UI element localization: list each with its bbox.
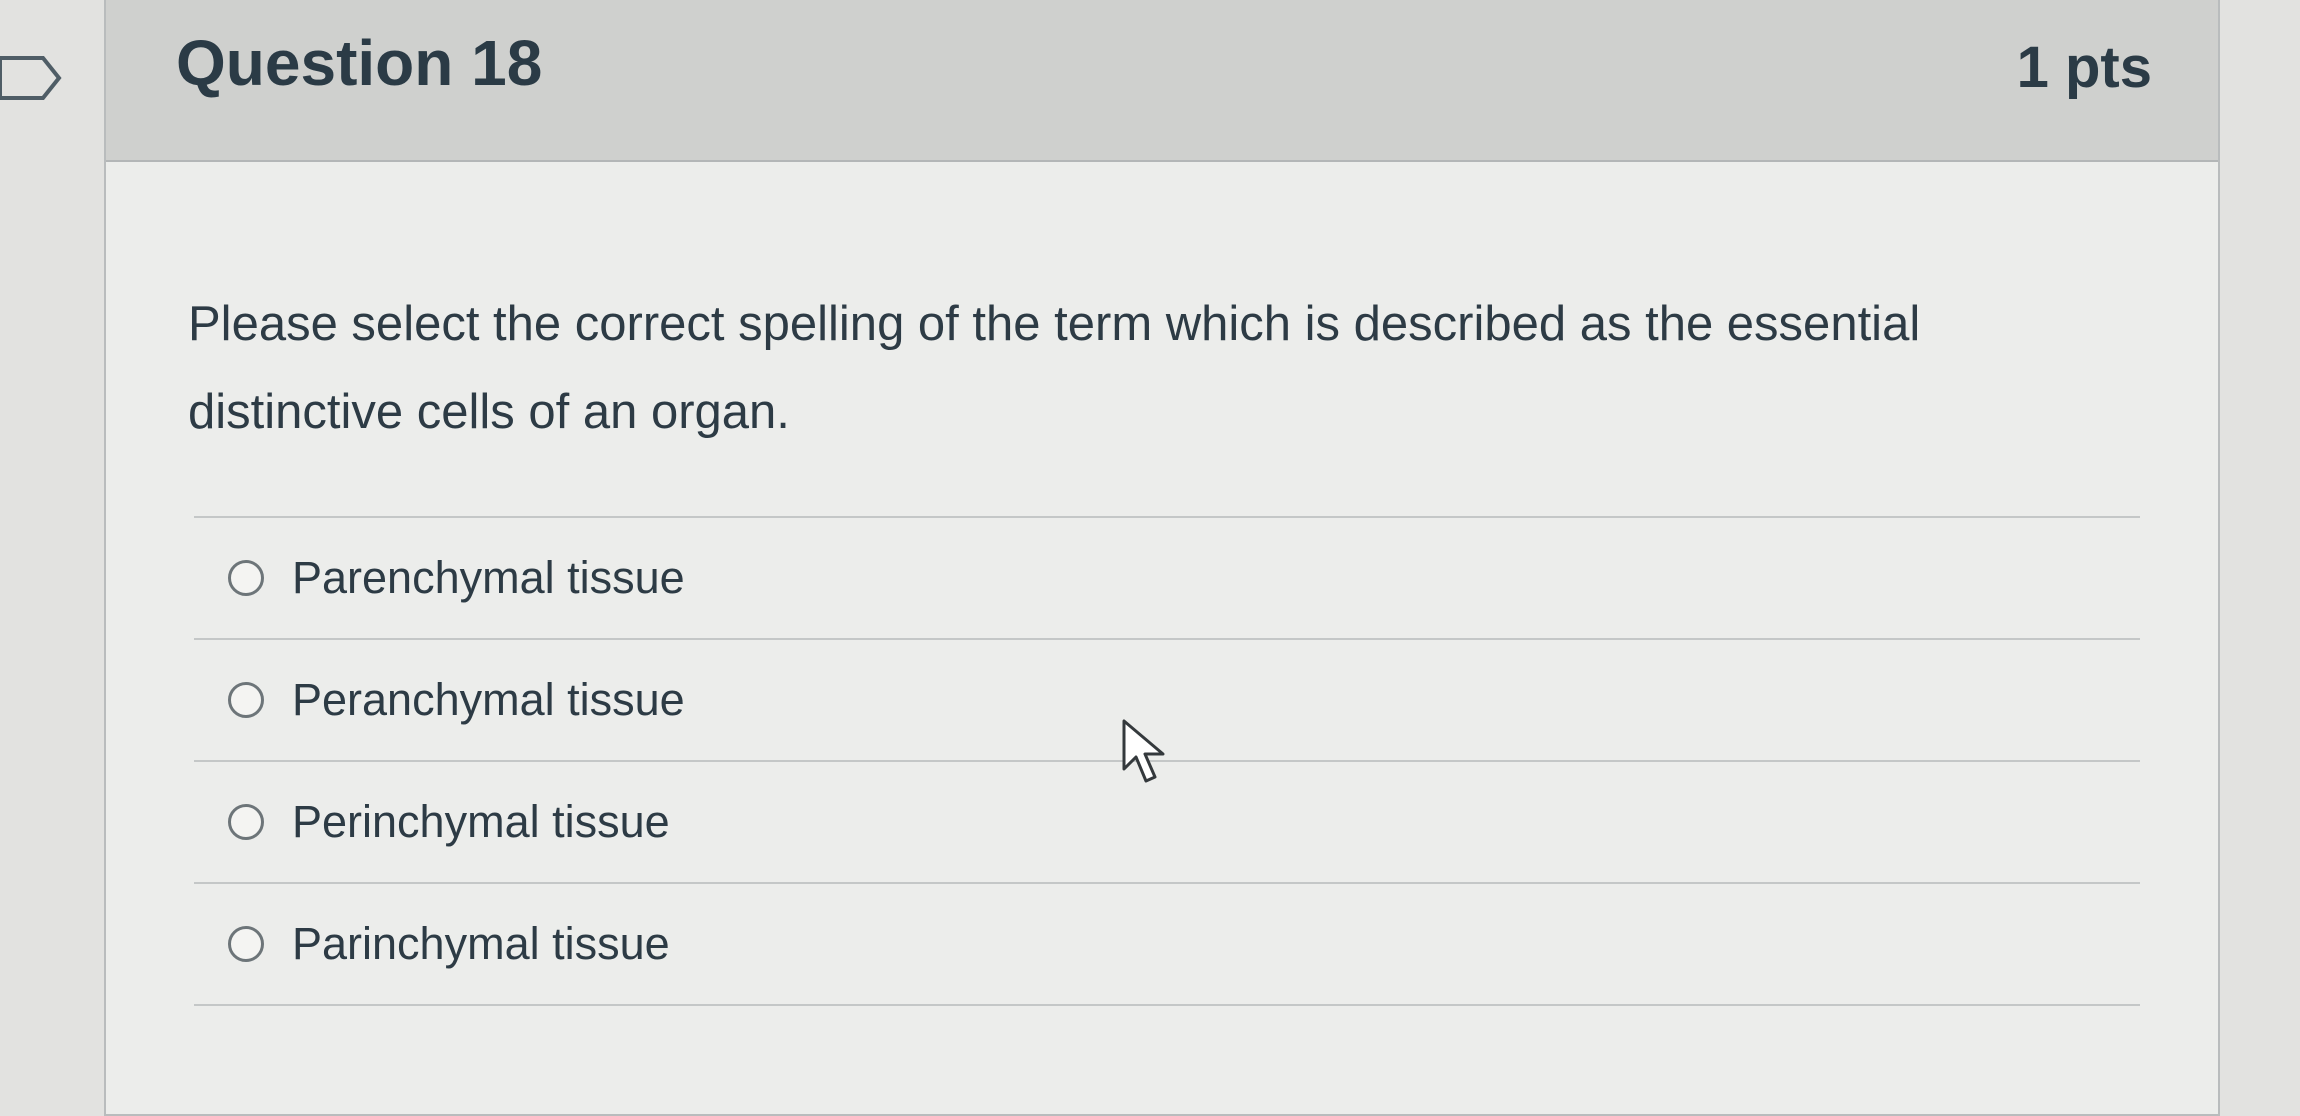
answer-option[interactable]: Perinchymal tissue	[194, 762, 2140, 884]
answer-list: Parenchymal tissue Peranchymal tissue Pe…	[194, 516, 2140, 1006]
question-points: 1 pts	[2016, 35, 2152, 100]
answer-label[interactable]: Parenchymal tissue	[292, 552, 685, 604]
radio-button-icon[interactable]	[228, 804, 264, 840]
answer-option[interactable]: Peranchymal tissue	[194, 640, 2140, 762]
question-prompt: Please select the correct spelling of th…	[188, 297, 1921, 439]
question-title: Question 18	[176, 27, 543, 99]
question-header: Question 18 1 pts	[106, 0, 2218, 162]
answer-label[interactable]: Perinchymal tissue	[292, 796, 670, 848]
answer-label[interactable]: Peranchymal tissue	[292, 674, 685, 726]
flag-question-icon[interactable]	[0, 54, 64, 104]
question-card: Question 18 1 pts Please select the corr…	[104, 0, 2220, 1116]
answer-option[interactable]: Parinchymal tissue	[194, 884, 2140, 1006]
radio-button-icon[interactable]	[228, 682, 264, 718]
answer-option[interactable]: Parenchymal tissue	[194, 518, 2140, 640]
radio-button-icon[interactable]	[228, 560, 264, 596]
answer-label[interactable]: Parinchymal tissue	[292, 918, 670, 970]
mouse-pointer-icon	[1122, 719, 1165, 783]
radio-button-icon[interactable]	[228, 926, 264, 962]
